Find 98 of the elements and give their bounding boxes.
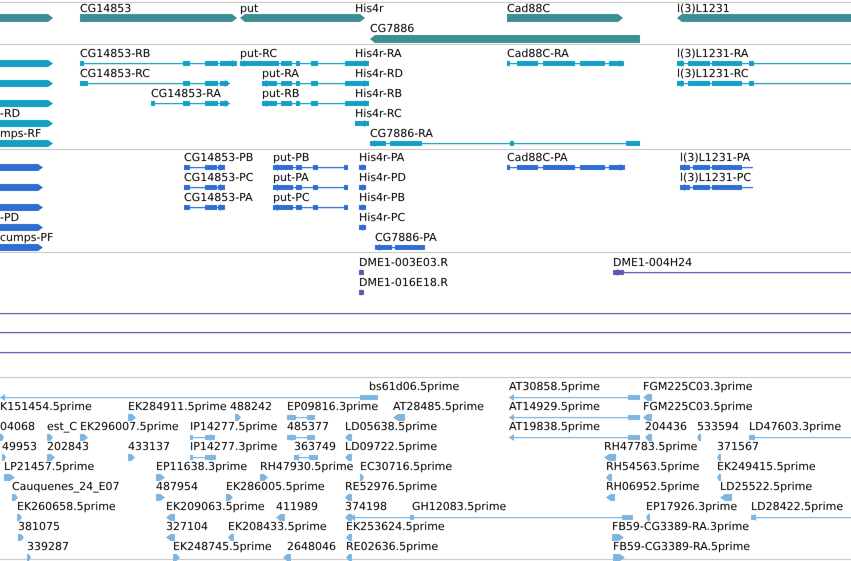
est-label: LD28422.5prime	[751, 500, 844, 513]
est-label: RE02636.5prime	[346, 540, 438, 553]
protein-label: CG14853-PC	[184, 171, 254, 184]
est-label: EC30716.5prime	[360, 460, 452, 473]
est-label: EP17926.3prime	[646, 500, 738, 513]
est-label: 533594	[697, 420, 739, 433]
est-label: 488242	[230, 400, 272, 413]
protein-label: l(3)L1231-PA	[680, 151, 750, 164]
transcript-label: His4r-RD	[355, 67, 403, 80]
protein-label: -PD	[0, 211, 20, 224]
protein-label: put-PC	[273, 191, 310, 204]
transcript-label: put-RA	[262, 67, 299, 80]
est-label: 374198	[345, 500, 387, 513]
transcript-label: His4r-RA	[355, 47, 402, 60]
transcript-label: put-RB	[262, 87, 300, 100]
transcript-label: put-RC	[240, 47, 278, 60]
est-label: FB59-CG3389-RA.3prime	[612, 520, 750, 533]
est-label: 371567	[717, 440, 759, 453]
est-label: FGM225C03.5prime	[643, 400, 753, 413]
transcript-label: mps-RF	[0, 127, 42, 140]
transcript-label: CG7886-RA	[370, 127, 433, 140]
clone-label: DME1-004H24	[613, 256, 692, 269]
transcript-label: CG14853-RC	[80, 67, 150, 80]
est-label: EK248745.5prime	[173, 540, 272, 553]
protein-label: CG14853-PB	[184, 151, 254, 164]
est-label: IP14277.3prime	[190, 440, 278, 453]
est-label: 487954	[156, 480, 198, 493]
est-label: 411989	[276, 500, 318, 513]
est-label: LD47603.3prime	[749, 420, 842, 433]
gene-label: CG7886	[370, 22, 414, 35]
est-label: AT30858.5prime	[509, 380, 600, 393]
est-label: est_C	[47, 420, 77, 433]
est-label: EK284911.5prime	[128, 400, 227, 413]
est-label: FGM225C03.3prime	[643, 380, 753, 393]
protein-label: l(3)L1231-PC	[680, 171, 752, 184]
clone-label: DME1-016E18.R	[359, 276, 448, 289]
est-label: 202843	[47, 440, 89, 453]
clone-label: DME1-003E03.R	[359, 256, 448, 269]
est-label: EK286005.5prime	[226, 480, 325, 493]
est-label: bs61d06.5prime	[369, 380, 460, 393]
est-label: 433137	[128, 440, 170, 453]
protein-label: His4r-PD	[359, 171, 406, 184]
protein-label: His4r-PC	[359, 211, 406, 224]
est-label: RH54563.5prime	[606, 460, 700, 473]
est-label: EP11638.3prime	[156, 460, 248, 473]
protein-label: put-PA	[273, 171, 309, 184]
gene-label: l(3)L1231	[677, 2, 730, 15]
est-label: EK260658.5prime	[17, 500, 116, 513]
est-label: LD25522.5prime	[720, 480, 812, 493]
est-label: 2648046	[287, 540, 336, 553]
transcript-label: CG14853-RB	[80, 47, 150, 60]
est-label: IP14277.5prime	[190, 420, 278, 433]
transcript-label: CG14853-RA	[151, 87, 221, 100]
est-label: 363749	[294, 440, 336, 453]
gene-label: put	[240, 2, 258, 15]
est-label: EK209063.5prime	[166, 500, 265, 513]
transcript-label: l(3)L1231-RA	[677, 47, 748, 60]
protein-label: CG14853-PA	[184, 191, 253, 204]
transcript-label: His4r-RB	[355, 87, 402, 100]
est-label: AT19838.5prime	[509, 420, 600, 433]
est-label: 49953	[2, 440, 37, 453]
protein-label: Cad88C-PA	[507, 151, 568, 164]
est-label: RH06952.5prime	[606, 480, 700, 493]
gene-label: Cad88C	[507, 2, 550, 15]
est-label: EP09816.3prime	[287, 400, 378, 413]
est-label: 339287	[27, 540, 69, 553]
est-label: EK253624.5prime	[346, 520, 445, 533]
transcript-label: -RD	[0, 107, 20, 120]
est-label: GH12083.5prime	[412, 500, 506, 513]
est-label: 327104	[166, 520, 208, 533]
est-label: AT14929.5prime	[509, 400, 600, 413]
protein-label: His4r-PB	[359, 191, 406, 204]
protein-label: put-PB	[273, 151, 310, 164]
transcript-label: Cad88C-RA	[507, 47, 569, 60]
est-label: 204436	[645, 420, 687, 433]
est-label: RH47783.5prime	[604, 440, 698, 453]
protein-label: CG7886-PA	[375, 231, 437, 244]
est-label: EK296007.5prime	[80, 420, 179, 433]
protein-label: His4r-PA	[359, 151, 404, 164]
protein-label: cumps-PF	[0, 231, 54, 244]
est-label: LD09722.5prime	[345, 440, 438, 453]
est-label: K151454.5prime	[0, 400, 92, 413]
transcript-label: His4r-RC	[355, 107, 402, 120]
est-label: Cauquenes_24_E07	[12, 480, 120, 493]
transcript-label: l(3)L1231-RC	[677, 67, 749, 80]
gene-label: CG14853	[80, 2, 132, 15]
est-label: EK249415.5prime	[717, 460, 816, 473]
est-label: LP21457.5prime	[4, 460, 94, 473]
est-label: AT28485.5prime	[393, 400, 484, 413]
est-label: RH47930.5prime	[260, 460, 354, 473]
est-label: LD05638.5prime	[345, 420, 438, 433]
est-label: RE52976.5prime	[345, 480, 438, 493]
est-label: EK208433.5prime	[228, 520, 327, 533]
gene-label: His4r	[355, 2, 384, 15]
est-label: 381075	[18, 520, 60, 533]
est-label: FB59-CG3389-RA.5prime	[613, 540, 750, 553]
est-label: 04068	[0, 420, 35, 433]
est-label: 485377	[287, 420, 329, 433]
